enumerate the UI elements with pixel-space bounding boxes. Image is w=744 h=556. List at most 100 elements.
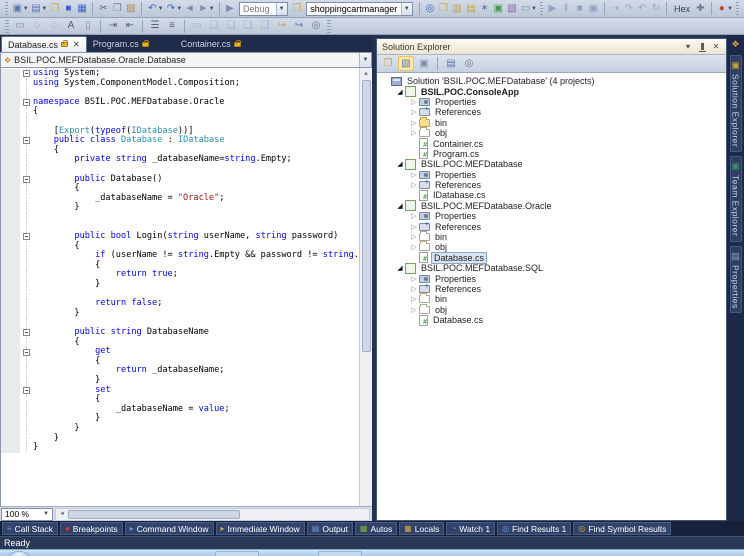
tree-item-bsil-poc-mefdatabase[interactable]: ◢ BSIL.POC.MEFDatabase bbox=[377, 158, 726, 170]
outlining-margin[interactable] bbox=[20, 318, 33, 328]
pick-parameter-icon[interactable]: ◌ bbox=[46, 19, 62, 34]
outlining-margin[interactable] bbox=[20, 241, 33, 252]
outlining-margin[interactable] bbox=[20, 251, 33, 261]
expand-arrow-icon[interactable]: ▷ bbox=[409, 243, 419, 251]
create-list-icon[interactable]: ▭ bbox=[12, 19, 28, 34]
dropdown-caret-icon[interactable]: ▼ bbox=[209, 6, 215, 12]
document-tab-container-cs[interactable]: Container.cs bbox=[175, 36, 247, 52]
tree-item-references[interactable]: ▷ References bbox=[377, 179, 726, 190]
tree-item-properties[interactable]: ▷ Properties bbox=[377, 273, 726, 284]
se-view-designer-icon[interactable]: ◎ bbox=[461, 56, 477, 71]
outlining-margin[interactable] bbox=[20, 376, 33, 386]
pick-member-icon[interactable]: ◌ bbox=[29, 19, 45, 34]
outlining-margin[interactable] bbox=[20, 203, 33, 213]
outlining-margin[interactable] bbox=[20, 308, 33, 319]
indicator-margin[interactable] bbox=[1, 433, 20, 444]
prev-bookmark-folder-icon[interactable]: ❑ bbox=[240, 19, 256, 34]
expand-arrow-icon[interactable]: ▷ bbox=[409, 98, 419, 106]
collapse-region-icon[interactable] bbox=[23, 329, 30, 337]
dropdown-caret-icon[interactable]: ▼ bbox=[158, 6, 164, 12]
tree-item-obj[interactable]: ▷ obj bbox=[377, 303, 726, 315]
outdent-icon[interactable]: ⇤ bbox=[122, 19, 138, 34]
indicator-margin[interactable] bbox=[1, 184, 20, 194]
outlining-margin[interactable] bbox=[20, 385, 33, 396]
document-tab-program-cs[interactable]: Program.cs bbox=[87, 36, 155, 52]
dropdown-icon[interactable]: ▼ bbox=[400, 2, 412, 15]
indicator-margin[interactable] bbox=[1, 385, 20, 396]
hex-toggle[interactable]: Hex bbox=[671, 4, 693, 14]
tree-item-container-cs[interactable]: Container.cs bbox=[377, 138, 726, 150]
start-debug-icon[interactable]: ▶ bbox=[223, 1, 236, 16]
indicator-margin[interactable] bbox=[1, 241, 20, 252]
outlining-margin[interactable] bbox=[20, 212, 33, 223]
collapse-region-icon[interactable] bbox=[23, 175, 30, 183]
outlining-margin[interactable] bbox=[20, 328, 33, 338]
tree-item-database-cs[interactable]: Database.cs bbox=[377, 314, 726, 326]
outlining-margin[interactable] bbox=[20, 164, 33, 175]
indicator-margin[interactable] bbox=[1, 318, 20, 329]
indicator-margin[interactable] bbox=[1, 136, 20, 146]
collapse-arrow-icon[interactable]: ◢ bbox=[395, 202, 405, 210]
panel-tab-output[interactable]: ▤ Output bbox=[306, 522, 353, 535]
outlining-margin[interactable] bbox=[20, 433, 33, 444]
outlining-margin[interactable] bbox=[20, 356, 33, 367]
indicator-margin[interactable] bbox=[1, 260, 20, 271]
scroll-thumb[interactable] bbox=[361, 80, 371, 352]
navigate-back-icon[interactable]: ◄ bbox=[183, 1, 196, 16]
indicator-margin[interactable] bbox=[1, 443, 20, 453]
indicator-margin[interactable] bbox=[1, 395, 20, 405]
outlining-margin[interactable] bbox=[20, 174, 33, 185]
indicator-margin[interactable] bbox=[1, 337, 20, 348]
dropdown-caret-icon[interactable]: ▼ bbox=[41, 6, 47, 12]
document-tab-database-cs[interactable]: Database.cs ✕ bbox=[1, 36, 87, 52]
editor-zoom-select[interactable]: 100 % ▼ bbox=[1, 507, 53, 521]
indicator-margin[interactable] bbox=[1, 280, 20, 290]
outlining-margin[interactable] bbox=[20, 184, 33, 194]
indicator-margin[interactable] bbox=[1, 116, 20, 127]
outlining-margin[interactable] bbox=[20, 366, 33, 376]
step-out-icon[interactable]: ↻ bbox=[650, 1, 663, 16]
indicator-margin[interactable] bbox=[1, 88, 20, 98]
collapse-region-icon[interactable] bbox=[23, 233, 30, 241]
quick-info-icon[interactable]: ▯ bbox=[80, 19, 96, 34]
tree-item-bsil-poc-mefdatabase-oracle[interactable]: ◢ BSIL.POC.MEFDatabase.Oracle bbox=[377, 200, 726, 212]
step-over-icon[interactable]: ↶ bbox=[636, 1, 649, 16]
navbar-dropdown-button[interactable]: ▼ bbox=[359, 53, 371, 67]
toolbar-grip[interactable] bbox=[5, 19, 9, 33]
indicator-margin[interactable] bbox=[1, 97, 20, 108]
dropdown-caret-icon[interactable]: ▼ bbox=[176, 6, 182, 12]
collapse-arrow-icon[interactable]: ◢ bbox=[395, 264, 405, 272]
indicator-margin[interactable] bbox=[1, 164, 20, 175]
expand-arrow-icon[interactable]: ▷ bbox=[409, 285, 419, 293]
taskbar-button[interactable] bbox=[215, 551, 259, 556]
next-bookmark-folder-icon[interactable]: ❑ bbox=[257, 19, 273, 34]
tree-item-solution-bsil-poc-mefdatabase-4-projects[interactable]: Solution 'BSIL.POC.MEFDatabase' (4 proje… bbox=[377, 76, 726, 86]
pointer-icon[interactable]: ✚ bbox=[694, 1, 707, 16]
word-completion-icon[interactable]: A bbox=[63, 19, 79, 34]
outlining-margin[interactable] bbox=[20, 155, 33, 165]
solution-explorer-header[interactable]: Solution Explorer ▾ ✕ bbox=[377, 39, 726, 55]
panel-tab-immediate-window[interactable]: ▸ Immediate Window bbox=[215, 522, 305, 535]
panel-tab-find-symbol-results[interactable]: ◎ Find Symbol Results bbox=[573, 522, 672, 535]
se-show-all-files-icon[interactable]: ▧ bbox=[398, 56, 414, 71]
tree-item-obj[interactable]: ▷ obj bbox=[377, 127, 726, 138]
tree-item-references[interactable]: ▷ References bbox=[377, 283, 726, 294]
dropdown-caret-icon[interactable]: ▼ bbox=[531, 6, 537, 12]
outlining-margin[interactable] bbox=[20, 136, 33, 146]
indicator-margin[interactable] bbox=[1, 347, 20, 357]
indicator-margin[interactable] bbox=[1, 203, 20, 213]
scroll-thumb[interactable] bbox=[67, 509, 241, 519]
find-in-files-icon[interactable]: ◎ bbox=[423, 1, 436, 16]
show-next-statement-icon[interactable]: ⇢ bbox=[609, 1, 622, 16]
expand-arrow-icon[interactable]: ▷ bbox=[409, 171, 419, 179]
expand-arrow-icon[interactable]: ▷ bbox=[409, 223, 419, 231]
indicator-margin[interactable] bbox=[1, 155, 20, 165]
se-view-code-icon[interactable]: ▤ bbox=[443, 56, 459, 71]
outlining-margin[interactable] bbox=[20, 404, 33, 415]
indicator-margin[interactable] bbox=[1, 251, 20, 261]
outlining-margin[interactable] bbox=[20, 232, 33, 242]
restart-icon[interactable]: ▣ bbox=[587, 1, 600, 16]
toolbar-grip[interactable] bbox=[736, 2, 740, 15]
expand-arrow-icon[interactable]: ▷ bbox=[409, 295, 419, 303]
navbar-type-name[interactable]: BSIL.POC.MEFDatabase.Oracle.Database bbox=[14, 55, 356, 65]
